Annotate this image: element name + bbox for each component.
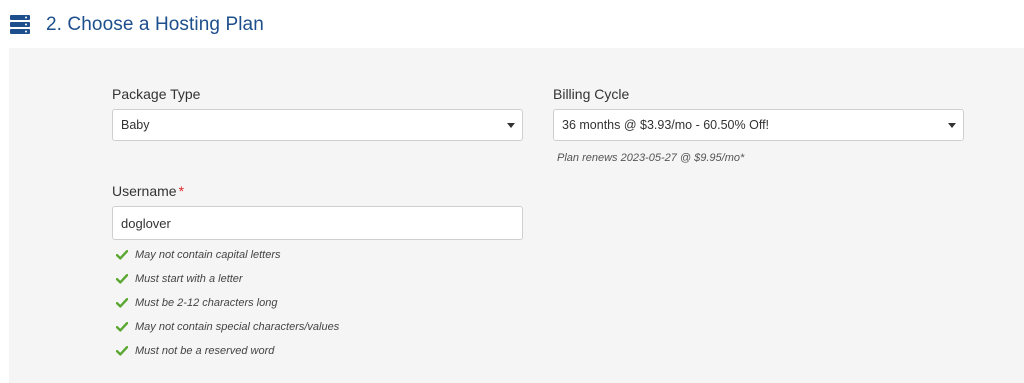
billing-cycle-select[interactable]: 36 months @ $3.93/mo - 60.50% Off! <box>553 109 964 141</box>
rule-text: May not contain special characters/value… <box>135 321 340 333</box>
check-icon <box>116 346 128 356</box>
package-type-value: Baby <box>121 118 150 132</box>
billing-cycle-label: Billing Cycle <box>553 86 630 102</box>
check-icon <box>116 274 128 284</box>
username-label: Username * <box>112 183 184 199</box>
username-input[interactable]: doglover <box>112 206 523 240</box>
check-icon <box>116 298 128 308</box>
check-icon <box>116 250 128 260</box>
billing-cycle-value: 36 months @ $3.93/mo - 60.50% Off! <box>562 118 770 132</box>
username-value: doglover <box>121 216 171 231</box>
rule-text: Must not be a reserved word <box>135 345 275 357</box>
package-type-label: Package Type <box>112 86 201 102</box>
section-header: 2. Choose a Hosting Plan <box>0 0 1024 48</box>
chevron-down-icon <box>507 123 515 128</box>
section-title: 2. Choose a Hosting Plan <box>46 14 264 35</box>
check-icon <box>116 322 128 332</box>
package-type-select[interactable]: Baby <box>112 109 523 141</box>
username-label-text: Username <box>112 183 177 199</box>
server-icon <box>10 15 30 34</box>
rule-text: Must start with a letter <box>135 273 243 285</box>
rule-text: Must be 2-12 characters long <box>135 297 278 309</box>
chevron-down-icon <box>948 123 956 128</box>
rule-text: May not contain capital letters <box>135 249 281 261</box>
plan-renew-note: Plan renews 2023-05-27 @ $9.95/mo* <box>557 152 745 164</box>
required-asterisk: * <box>178 183 185 199</box>
